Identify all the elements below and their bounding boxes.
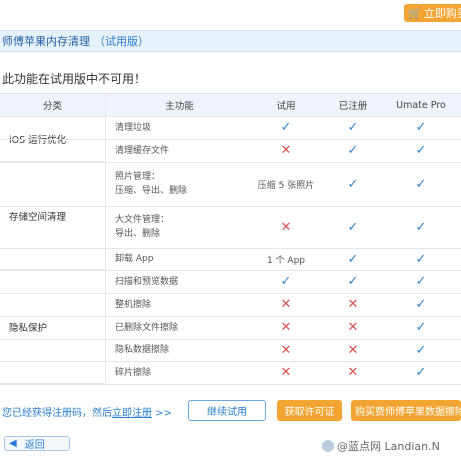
buy-full-version-button[interactable]: 购买费师傅苹果数据擦除 — [351, 400, 461, 421]
header-category: 分类 — [42, 101, 62, 112]
check-icon: ✓ — [347, 143, 359, 158]
trial-limit-text: 1 个 App — [266, 255, 306, 266]
cross-icon: ✕ — [280, 297, 292, 312]
cross-icon: ✕ — [280, 320, 292, 335]
check-icon: ✓ — [280, 120, 292, 135]
app-title: 师傅苹果内存清理 — [2, 35, 90, 48]
table-row: 已删除文件擦除 ✕ ✕ ✓ — [0, 316, 461, 340]
check-icon: ✓ — [415, 251, 427, 267]
trial-tag: （试用版） — [94, 35, 149, 48]
register-arrow: >> — [152, 408, 172, 419]
check-icon: ✓ — [415, 176, 427, 192]
buy-now-label: 立即购买 — [423, 7, 461, 20]
header-umate-pro: Umate Pro — [396, 99, 446, 111]
table-row: 整机擦除 ✕ ✕ ✓ — [0, 293, 461, 317]
check-icon: ✓ — [415, 219, 427, 235]
cross-icon: ✕ — [347, 320, 359, 335]
cross-icon: ✕ — [347, 342, 359, 358]
watermark: @蓝点网 Landian.N — [322, 438, 440, 454]
function-line: 大文件管理： — [115, 215, 170, 225]
trial-limit-text: 压缩 5 张照片 — [257, 180, 315, 191]
cart-icon: 🛒 — [408, 6, 422, 20]
table-row: 扫描和预览数据 ✓ ✓ ✓ — [0, 270, 461, 294]
function-cell: 照片管理： 压缩、导出、删除 — [107, 162, 252, 206]
function-cell: 碎片擦除 — [115, 367, 152, 378]
register-now-link[interactable]: 立即注册 — [112, 408, 152, 419]
title-bar: 师傅苹果内存清理 （试用版） — [0, 30, 461, 52]
bottom-action-bar: 您已经获得注册码，然后立即注册 >> 继续试用 获取许可证 购买费师傅苹果数据擦… — [0, 396, 461, 426]
table-row: 卸载 App 1 个 App ✓ ✓ — [0, 248, 461, 271]
back-button[interactable]: ◀ 返回 — [4, 436, 70, 451]
function-line: 照片管理： — [115, 172, 161, 182]
function-cell: 卸载 App — [115, 254, 154, 264]
check-icon: ✓ — [347, 274, 359, 289]
back-label: 返回 — [24, 440, 45, 451]
check-icon: ✓ — [347, 120, 359, 135]
back-arrow-icon: ◀ — [9, 438, 17, 449]
table-row: 清理缓存文件 ✕ ✓ ✓ — [0, 139, 461, 163]
function-cell: 整机擦除 — [115, 299, 152, 310]
check-icon: ✓ — [415, 274, 427, 289]
check-icon: ✓ — [415, 143, 427, 158]
check-icon: ✓ — [415, 120, 427, 135]
cross-icon: ✕ — [280, 342, 292, 358]
function-cell: 清理垃圾 — [115, 122, 152, 133]
table-row: 清理垃圾 ✓ ✓ ✓ — [0, 116, 461, 140]
check-icon: ✓ — [347, 251, 359, 267]
function-cell: 隐私数据擦除 — [115, 345, 170, 355]
header-registered: 已注册 — [338, 101, 368, 112]
function-cell: 已删除文件擦除 — [115, 322, 179, 333]
header-trial: 试用 — [276, 101, 296, 112]
table-row: 碎片擦除 ✕ ✕ ✓ — [0, 361, 461, 385]
continue-trial-button[interactable]: 继续试用 — [188, 400, 266, 421]
check-icon: ✓ — [280, 274, 292, 289]
function-line: 压缩、导出、删除 — [115, 186, 188, 196]
function-line: 导出、删除 — [115, 229, 161, 239]
trial-notice: 此功能在试用版中不可用！ — [2, 72, 147, 86]
table-row: 隐私数据擦除 ✕ ✕ ✓ — [0, 339, 461, 362]
buy-now-button[interactable]: 🛒 立即购买 — [404, 4, 461, 22]
cross-icon: ✕ — [347, 297, 359, 312]
function-cell: 清理缓存文件 — [115, 145, 170, 156]
function-cell: 大文件管理： 导出、删除 — [107, 206, 252, 248]
table-row: 大文件管理： 导出、删除 ✕ ✓ ✓ — [0, 206, 461, 249]
check-icon: ✓ — [415, 365, 427, 380]
check-icon: ✓ — [347, 219, 359, 235]
table-header: 分类 主功能 试用 已注册 Umate Pro — [0, 93, 461, 117]
top-strip: 🛒 立即购买 — [0, 0, 461, 26]
cross-icon: ✕ — [280, 365, 292, 380]
cross-icon: ✕ — [347, 365, 359, 380]
check-icon: ✓ — [415, 342, 427, 358]
register-prompt: 您已经获得注册码，然后立即注册 >> — [2, 404, 172, 419]
function-cell: 扫描和预览数据 — [115, 276, 179, 287]
cross-icon: ✕ — [280, 143, 292, 158]
cross-icon: ✕ — [280, 219, 292, 235]
check-icon: ✓ — [347, 176, 359, 192]
watermark-text: @蓝点网 Landian.N — [337, 440, 440, 453]
check-icon: ✓ — [415, 320, 427, 335]
column-divider — [105, 93, 106, 383]
get-license-button[interactable]: 获取许可证 — [277, 400, 342, 421]
register-prompt-text: 您已经获得注册码，然后 — [2, 408, 112, 419]
header-function: 主功能 — [165, 101, 194, 112]
watermark-logo-icon — [322, 440, 334, 452]
check-icon: ✓ — [415, 297, 427, 312]
table-row: 照片管理： 压缩、导出、删除 压缩 5 张照片 ✓ ✓ — [0, 162, 461, 207]
